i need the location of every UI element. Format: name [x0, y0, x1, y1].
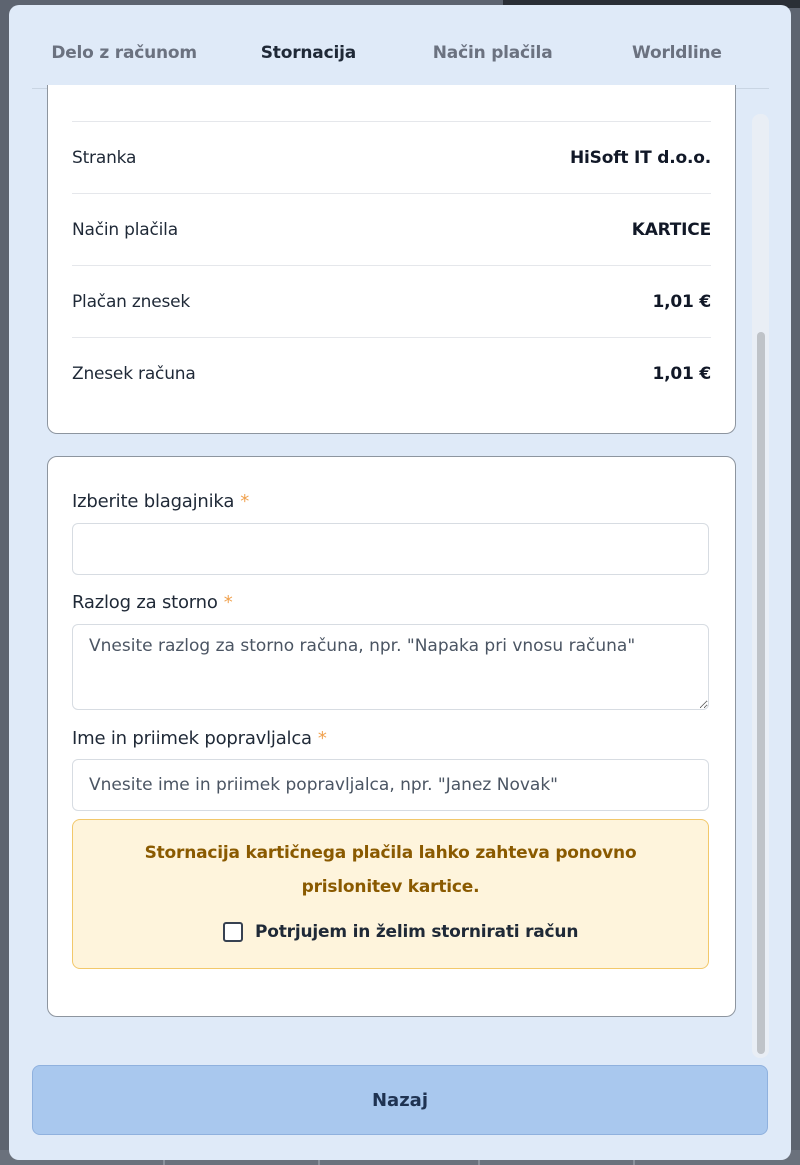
tab-worldline[interactable]: Worldline	[585, 22, 769, 88]
summary-label: Stranka	[72, 148, 137, 168]
tab-nacin-placila[interactable]: Način plačila	[401, 22, 585, 88]
corrector-label: Ime in priimek popravljalca *	[72, 728, 327, 749]
summary-row-stranka: Stranka HiSoft IT d.o.o.	[72, 121, 711, 194]
storno-form-card: Izberite blagajnika* Razlog za storno* I…	[47, 456, 736, 1017]
warning-text: Stornacija kartičnega plačila lahko zaht…	[144, 843, 637, 897]
confirm-label: Potrjujem in želim stornirati račun	[255, 922, 579, 942]
required-mark: *	[223, 592, 233, 613]
confirm-checkbox[interactable]	[223, 922, 243, 942]
tab-delo-z-racunom[interactable]: Delo z računom	[32, 22, 216, 88]
summary-value: 1,01 €	[652, 292, 712, 312]
required-mark: *	[317, 728, 327, 749]
tab-bar: Delo z računom Stornacija Način plačila …	[32, 22, 769, 90]
summary-row-znesek-racuna: Znesek računa 1,01 €	[72, 337, 711, 410]
summary-value: KARTICE	[631, 220, 711, 240]
card-warning-box: Stornacija kartičnega plačila lahko zaht…	[72, 819, 709, 969]
summary-value: HiSoft IT d.o.o.	[570, 148, 711, 168]
corrector-name-input[interactable]	[72, 759, 709, 811]
cashier-select[interactable]	[72, 523, 709, 575]
storno-modal: Delo z računom Stornacija Način plačila …	[9, 5, 791, 1160]
reason-label: Razlog za storno *	[72, 592, 233, 613]
required-mark: *	[240, 491, 249, 512]
confirm-storno-option[interactable]: Potrjujem in želim stornirati račun	[223, 922, 578, 942]
back-button[interactable]: Nazaj	[32, 1065, 768, 1135]
scrollbar-thumb[interactable]	[757, 332, 765, 1054]
reason-textarea[interactable]	[72, 624, 709, 710]
scrollbar[interactable]	[752, 114, 769, 1058]
summary-value: 1,01 €	[652, 364, 712, 384]
summary-label: Znesek računa	[72, 364, 196, 384]
summary-row-placan-znesek: Plačan znesek 1,01 €	[72, 265, 711, 338]
summary-label: Način plačila	[72, 220, 178, 240]
invoice-summary-card: Stranka HiSoft IT d.o.o. Način plačila K…	[47, 85, 736, 434]
summary-label: Plačan znesek	[72, 292, 191, 312]
summary-row-nacin-placila: Način plačila KARTICE	[72, 193, 711, 266]
cashier-label: Izberite blagajnika *	[72, 491, 249, 512]
tab-stornacija[interactable]: Stornacija	[216, 22, 401, 90]
